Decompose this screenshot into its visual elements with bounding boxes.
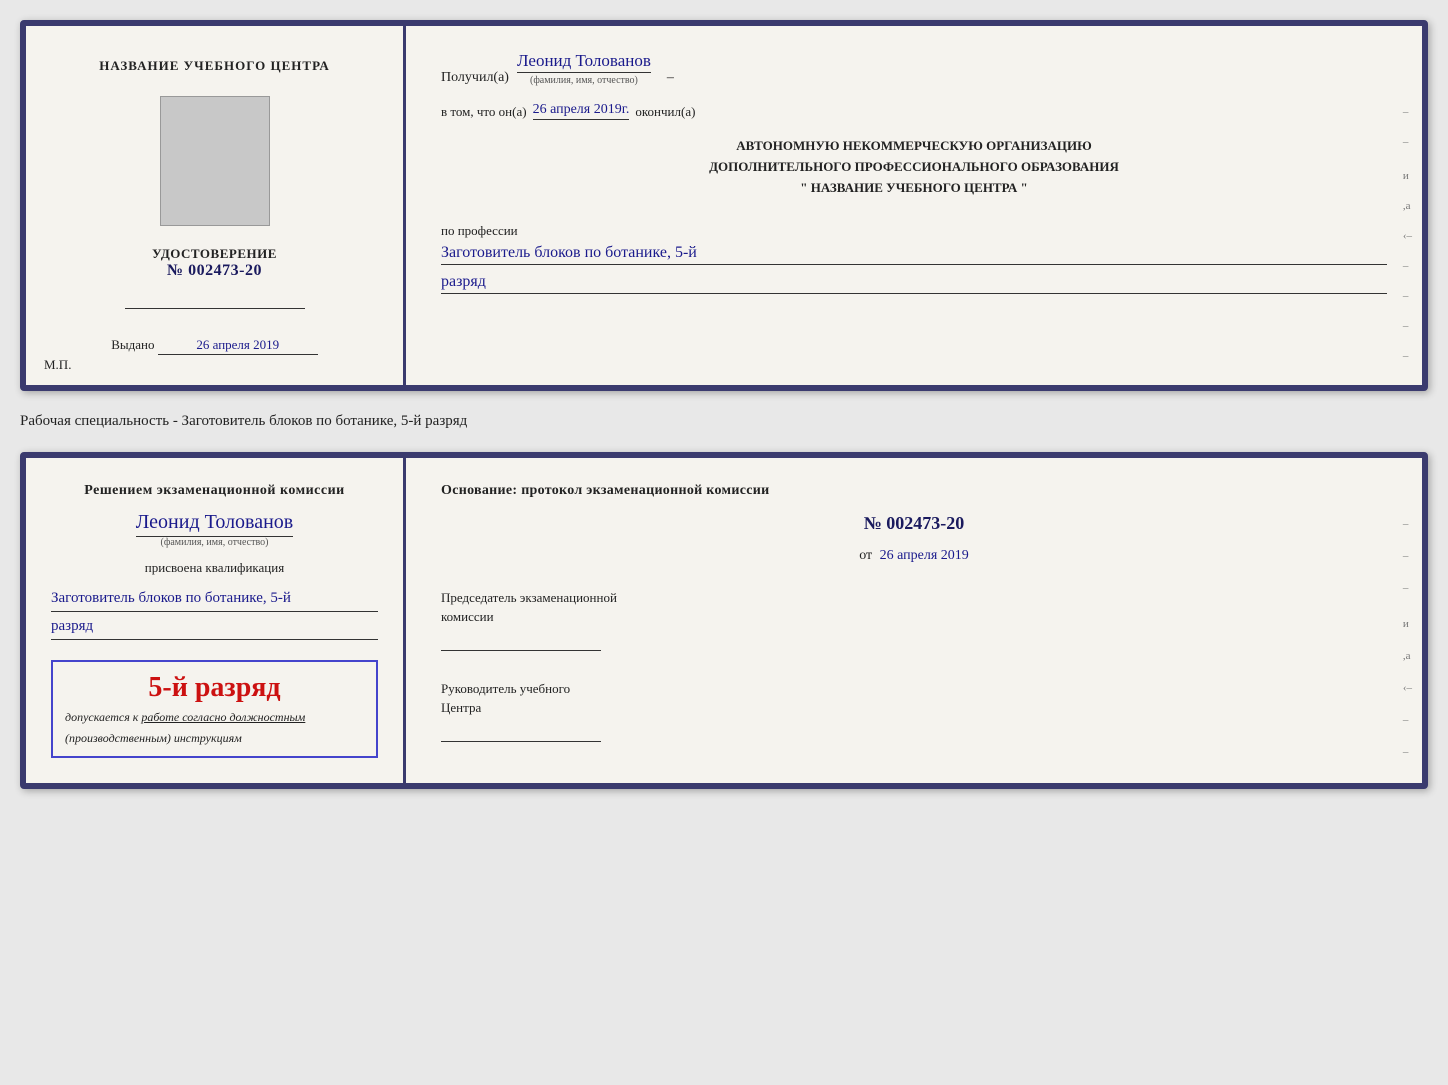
recipient-line: Получил(а) Леонид Толованов (фамилия, им… xyxy=(441,51,1387,86)
issued-date: 26 апреля 2019 xyxy=(158,337,318,355)
stamp-italic: (производственным) инструкциям xyxy=(65,731,364,746)
qualification-line1: Заготовитель блоков по ботанике, 5-й xyxy=(51,588,378,612)
stamp-sub-prefix: допускается к xyxy=(65,710,138,724)
assigned-text: присвоена квалификация xyxy=(51,560,378,576)
head-label: Руководитель учебного xyxy=(441,679,1387,699)
profession-value: Заготовитель блоков по ботанике, 5-й xyxy=(441,244,1387,265)
cert-label: УДОСТОВЕРЕНИЕ № 002473-20 xyxy=(152,246,277,280)
document-card-2: Решением экзаменационной комиссии Леонид… xyxy=(20,452,1428,789)
razryad-value: разряд xyxy=(441,273,1387,294)
received-prefix: Получил(а) xyxy=(441,70,509,86)
doc2-name: Леонид Толованов xyxy=(136,511,294,537)
cert-label-text: УДОСТОВЕРЕНИЕ xyxy=(152,246,277,262)
stamp-box: 5-й разряд допускается к работе согласно… xyxy=(51,660,378,758)
stamp-sub-text: допускается к работе согласно должностны… xyxy=(65,710,364,725)
chairman-signature-line xyxy=(441,631,601,651)
dash-1: – xyxy=(667,70,674,86)
org-line2: ДОПОЛНИТЕЛЬНОГО ПРОФЕССИОНАЛЬНОГО ОБРАЗО… xyxy=(441,157,1387,178)
fio-label-1: (фамилия, имя, отчество) xyxy=(530,75,638,86)
stamp-sub-underline: работе согласно должностным xyxy=(141,710,305,724)
qualification-line2: разряд xyxy=(51,616,378,640)
doc2-fio-label: (фамилия, имя, отчество) xyxy=(161,537,269,548)
org-block: АВТОНОМНУЮ НЕКОММЕРЧЕСКУЮ ОРГАНИЗАЦИЮ ДО… xyxy=(441,136,1387,198)
chairman-label: Председатель экзаменационной xyxy=(441,588,1387,608)
issued-line: Выдано 26 апреля 2019 xyxy=(111,337,318,355)
head-block: Руководитель учебного Центра xyxy=(441,679,1387,742)
cert-number: № 002473-20 xyxy=(152,262,277,280)
qualification-block: Заготовитель блоков по ботанике, 5-й раз… xyxy=(51,588,378,640)
certify-suffix: окончил(а) xyxy=(635,104,695,120)
recipient-name: Леонид Толованов xyxy=(517,51,651,73)
side-dashes-1: – – и ,а ‹– – – – – xyxy=(1403,106,1412,362)
issued-label: Выдано xyxy=(111,337,154,352)
doc1-right-panel: Получил(а) Леонид Толованов (фамилия, им… xyxy=(406,26,1422,385)
from-label: от xyxy=(859,548,872,563)
protocol-number: № 002473-20 xyxy=(441,513,1387,534)
chairman-block: Председатель экзаменационной комиссии xyxy=(441,588,1387,651)
head-signature-line xyxy=(441,722,601,742)
certify-prefix: в том, что он(а) xyxy=(441,104,527,120)
stamp-main-text: 5-й разряд xyxy=(65,672,364,704)
doc2-left-panel: Решением экзаменационной комиссии Леонид… xyxy=(26,458,406,783)
org-line3: " НАЗВАНИЕ УЧЕБНОГО ЦЕНТРА " xyxy=(441,178,1387,199)
from-date-line: от 26 апреля 2019 xyxy=(441,548,1387,564)
profession-prefix: по профессии xyxy=(441,223,518,238)
basis-text: Основание: протокол экзаменационной коми… xyxy=(441,483,1387,499)
profession-section: по профессии Заготовитель блоков по бота… xyxy=(441,222,1387,294)
chairman-label2: комиссии xyxy=(441,607,1387,627)
certify-line: в том, что он(а) 26 апреля 2019г. окончи… xyxy=(441,102,1387,120)
from-date: 26 апреля 2019 xyxy=(880,548,969,563)
doc1-training-center-title: НАЗВАНИЕ УЧЕБНОГО ЦЕНТРА xyxy=(99,56,330,76)
specialty-label: Рабочая специальность - Заготовитель бло… xyxy=(20,409,1428,434)
mp-label: М.П. xyxy=(44,357,71,373)
doc1-left-panel: НАЗВАНИЕ УЧЕБНОГО ЦЕНТРА УДОСТОВЕРЕНИЕ №… xyxy=(26,26,406,385)
decision-text: Решением экзаменационной комиссии xyxy=(51,483,378,499)
document-card-1: НАЗВАНИЕ УЧЕБНОГО ЦЕНТРА УДОСТОВЕРЕНИЕ №… xyxy=(20,20,1428,391)
doc2-right-panel: Основание: протокол экзаменационной коми… xyxy=(406,458,1422,783)
certify-date: 26 апреля 2019г. xyxy=(533,102,630,120)
side-dashes-2: – – – и ,а ‹– – – – – xyxy=(1403,518,1412,789)
org-line1: АВТОНОМНУЮ НЕКОММЕРЧЕСКУЮ ОРГАНИЗАЦИЮ xyxy=(441,136,1387,157)
photo-placeholder xyxy=(160,96,270,226)
head-label2: Центра xyxy=(441,698,1387,718)
page-wrapper: НАЗВАНИЕ УЧЕБНОГО ЦЕНТРА УДОСТОВЕРЕНИЕ №… xyxy=(20,20,1428,789)
